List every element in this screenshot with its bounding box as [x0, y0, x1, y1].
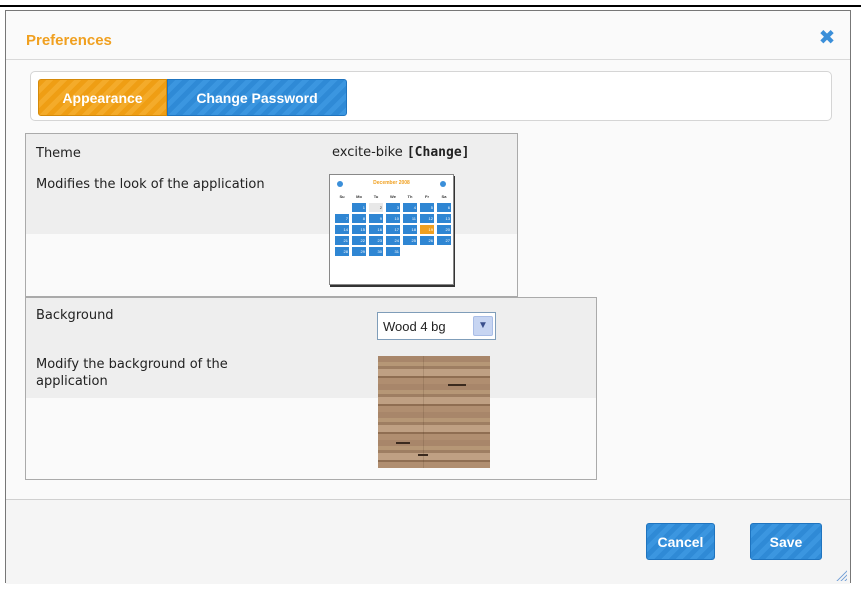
calendar-header: December 2008 [333, 178, 450, 192]
calendar-day [335, 203, 349, 212]
calendar-day: 27 [437, 236, 451, 245]
calendar-day: 25 [403, 236, 417, 245]
calendar-grid: Su Mo Tu We Th Fr Sa 1 2 3 4 5 6 7 8 9 10 11 12 13 14 15 16 17 1… [335, 192, 451, 256]
cancel-button[interactable]: Cancel [646, 523, 715, 560]
top-border [0, 0, 861, 7]
calendar-next-icon [440, 181, 446, 187]
calendar-day [437, 247, 451, 256]
calendar-weekday: Mo [356, 194, 362, 199]
theme-value-group: excite-bike [Change] [332, 145, 469, 160]
calendar-day: 13 [437, 214, 451, 223]
calendar-weekday: We [390, 194, 396, 199]
calendar-day [403, 247, 417, 256]
calendar-day: 26 [420, 236, 434, 245]
calendar-day: 18 [403, 225, 417, 234]
change-theme-link[interactable]: [Change] [407, 145, 470, 160]
theme-preview-calendar[interactable]: December 2008 Su Mo Tu We Th Fr Sa 1 2 3 4 5 6 7 8 9 10 1… [329, 174, 454, 285]
background-panel: Background Modify the background of the … [25, 297, 597, 480]
calendar-day: 15 [352, 225, 366, 234]
preferences-dialog: Preferences ✖ Appearance Change Password… [5, 10, 851, 584]
calendar-day: 24 [386, 236, 400, 245]
calendar-day: 1 [352, 203, 366, 212]
calendar-day: 5 [420, 203, 434, 212]
calendar-day: 4 [403, 203, 417, 212]
calendar-day: 28 [335, 247, 349, 256]
calendar-weekday: Sa [441, 194, 447, 199]
calendar-weekday: Su [339, 194, 345, 199]
calendar-day: 3 [386, 203, 400, 212]
dialog-titlebar: Preferences ✖ [6, 11, 850, 60]
theme-label: Theme [36, 146, 81, 161]
calendar-day: 23 [369, 236, 383, 245]
calendar-weekday: Fr [425, 194, 429, 199]
calendar-day: 20 [437, 225, 451, 234]
save-button[interactable]: Save [750, 523, 822, 560]
theme-name: excite-bike [332, 145, 403, 160]
calendar-month: December 2008 [373, 180, 410, 186]
calendar-day: 2 [369, 203, 383, 212]
background-select-value: Wood 4 bg [383, 319, 446, 334]
tab-bar: Appearance Change Password [30, 71, 832, 121]
calendar-day: 7 [335, 214, 349, 223]
calendar-day: 16 [369, 225, 383, 234]
tab-appearance[interactable]: Appearance [38, 79, 167, 116]
calendar-day: 19 [420, 225, 434, 234]
calendar-day: 10 [386, 214, 400, 223]
tab-change-password[interactable]: Change Password [167, 79, 347, 116]
calendar-weekday: Th [407, 194, 413, 199]
calendar-day [420, 247, 434, 256]
theme-panel: Theme Modifies the look of the applicati… [25, 133, 518, 297]
calendar-day: 12 [420, 214, 434, 223]
dialog-footer: Cancel Save [6, 499, 850, 584]
calendar-day: 22 [352, 236, 366, 245]
calendar-day: 21 [335, 236, 349, 245]
calendar-day: 29 [352, 247, 366, 256]
calendar-weekday: Tu [373, 194, 379, 199]
background-preview-image [378, 356, 490, 468]
theme-description: Modifies the look of the application [36, 177, 265, 192]
calendar-day: 14 [335, 225, 349, 234]
calendar-day: 8 [352, 214, 366, 223]
calendar-day: 17 [386, 225, 400, 234]
calendar-day: 9 [369, 214, 383, 223]
resize-grip-icon[interactable] [835, 569, 847, 581]
calendar-day: 30 [369, 247, 383, 256]
close-icon[interactable]: ✖ [818, 27, 836, 47]
calendar-day: 31 [386, 247, 400, 256]
background-select[interactable]: Wood 4 bg ▼ [377, 312, 496, 340]
calendar-day: 11 [403, 214, 417, 223]
chevron-down-icon[interactable]: ▼ [473, 316, 493, 336]
dialog-title: Preferences [26, 32, 112, 49]
background-description: Modify the background of the application [36, 357, 228, 389]
calendar-day: 6 [437, 203, 451, 212]
background-label: Background [36, 308, 114, 323]
